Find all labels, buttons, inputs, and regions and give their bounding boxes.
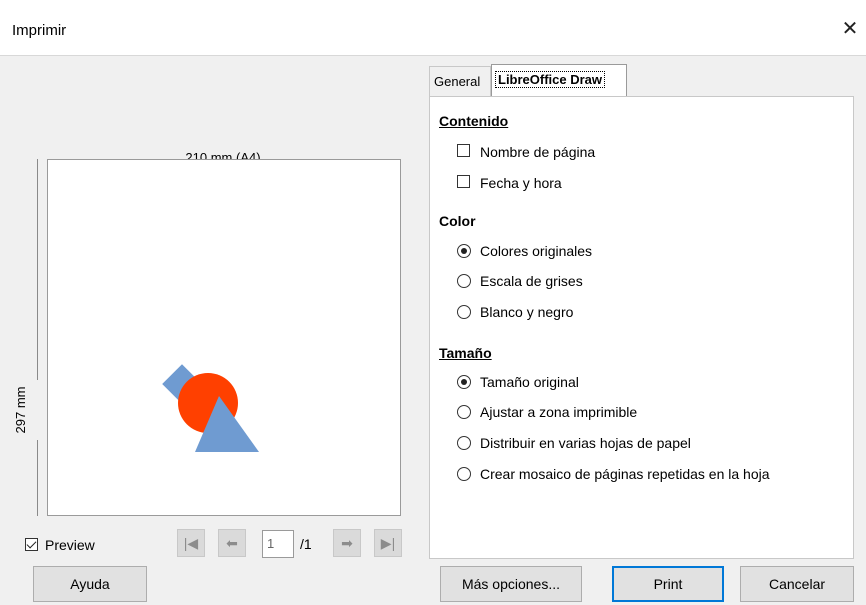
- options-panel: [429, 96, 854, 559]
- help-button[interactable]: Ayuda: [33, 566, 147, 602]
- preview-checkbox[interactable]: [25, 538, 38, 551]
- ajustar-zona-imprimible-radio[interactable]: [457, 405, 471, 419]
- nombre-de-pagina-label[interactable]: Nombre de página: [480, 144, 595, 160]
- tamano-original-radio[interactable]: [457, 375, 471, 389]
- height-dimension-line-bottom: [37, 440, 38, 516]
- page-number-input[interactable]: 1: [262, 530, 294, 558]
- section-contenido-title: Contenido: [439, 113, 509, 129]
- fecha-y-hora-label[interactable]: Fecha y hora: [480, 175, 562, 191]
- tab-general[interactable]: General: [429, 66, 491, 96]
- preview-checkbox-label[interactable]: Preview: [45, 537, 95, 553]
- page-preview: [47, 159, 401, 516]
- crear-mosaico-radio[interactable]: [457, 467, 471, 481]
- page-total-label: /1: [300, 536, 312, 552]
- section-tamano-title: Tamaño: [439, 345, 492, 361]
- nombre-de-pagina-checkbox[interactable]: [457, 144, 470, 157]
- dialog-title: Imprimir: [12, 22, 67, 39]
- first-page-icon[interactable]: |◀: [177, 529, 205, 557]
- print-dialog: Imprimir ✕ 210 mm (A4) 297 mm Preview |◀…: [0, 0, 866, 605]
- section-color-title: Color: [439, 213, 476, 229]
- blanco-y-negro-label[interactable]: Blanco y negro: [480, 304, 573, 320]
- height-dimension-line-top: [37, 159, 38, 380]
- crear-mosaico-label[interactable]: Crear mosaico de páginas repetidas en la…: [480, 466, 770, 482]
- preview-drawing: [162, 364, 259, 452]
- escala-de-grises-radio[interactable]: [457, 274, 471, 288]
- colores-originales-radio[interactable]: [457, 244, 471, 258]
- cancel-button[interactable]: Cancelar: [740, 566, 854, 602]
- title-bar: Imprimir ✕: [0, 0, 866, 56]
- ajustar-zona-imprimible-label[interactable]: Ajustar a zona imprimible: [480, 404, 637, 420]
- tab-libreoffice-draw[interactable]: LibreOffice Draw: [491, 64, 627, 97]
- print-button[interactable]: Print: [612, 566, 724, 602]
- distribuir-varias-hojas-label[interactable]: Distribuir en varias hojas de papel: [480, 435, 691, 451]
- escala-de-grises-label[interactable]: Escala de grises: [480, 273, 583, 289]
- prev-page-icon[interactable]: ⬅: [218, 529, 246, 557]
- tamano-original-label[interactable]: Tamaño original: [480, 374, 579, 390]
- more-options-button[interactable]: Más opciones...: [440, 566, 582, 602]
- fecha-y-hora-checkbox[interactable]: [457, 175, 470, 188]
- page-height-label: 297 mm: [13, 380, 31, 440]
- next-page-icon[interactable]: ➡: [333, 529, 361, 557]
- blanco-y-negro-radio[interactable]: [457, 305, 471, 319]
- distribuir-varias-hojas-radio[interactable]: [457, 436, 471, 450]
- colores-originales-label[interactable]: Colores originales: [480, 243, 592, 259]
- close-icon[interactable]: ✕: [836, 16, 864, 42]
- last-page-icon[interactable]: ▶|: [374, 529, 402, 557]
